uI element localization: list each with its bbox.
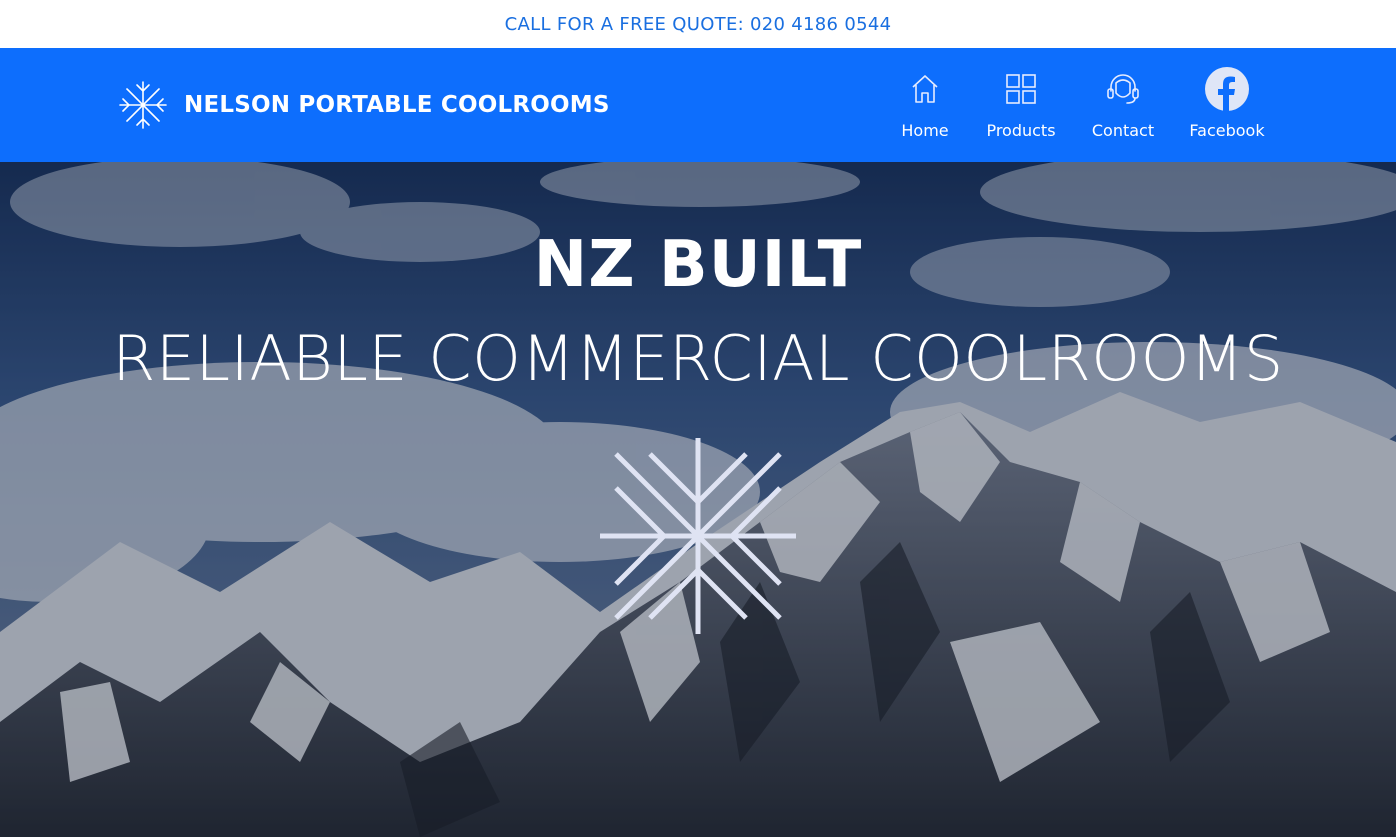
hero-subtitle: RELIABLE COMMERCIAL COOLROOMS <box>112 322 1284 395</box>
hero-title: NZ BUILT <box>533 228 863 302</box>
facebook-icon <box>1204 66 1250 112</box>
nav-label-products: Products <box>986 121 1056 140</box>
quote-bar: CALL FOR A FREE QUOTE: 020 4186 0544 <box>0 0 1396 48</box>
brand-logo-link[interactable]: NELSON PORTABLE COOLROOMS <box>118 80 610 130</box>
nav-item-home[interactable]: Home <box>899 66 951 146</box>
quote-phone-link[interactable]: CALL FOR A FREE QUOTE: 020 4186 0544 <box>505 14 892 35</box>
home-icon <box>902 66 948 112</box>
nav-label-contact: Contact <box>1091 121 1155 140</box>
grid-icon <box>998 66 1044 112</box>
nav-item-products[interactable]: Products <box>984 66 1058 146</box>
snowflake-icon <box>119 81 167 129</box>
nav-label-home: Home <box>901 121 949 140</box>
snowflake-icon <box>600 438 796 634</box>
headset-icon <box>1100 66 1146 112</box>
nav-label-facebook: Facebook <box>1189 121 1265 140</box>
nav-item-contact[interactable]: Contact <box>1090 66 1156 146</box>
brand-name: NELSON PORTABLE COOLROOMS <box>184 92 610 118</box>
nav-item-facebook[interactable]: Facebook <box>1188 66 1266 146</box>
main-navbar: NELSON PORTABLE COOLROOMS Home Products <box>0 48 1396 162</box>
hero-section: NZ BUILT RELIABLE COMMERCIAL COOLROOMS <box>0 162 1396 837</box>
